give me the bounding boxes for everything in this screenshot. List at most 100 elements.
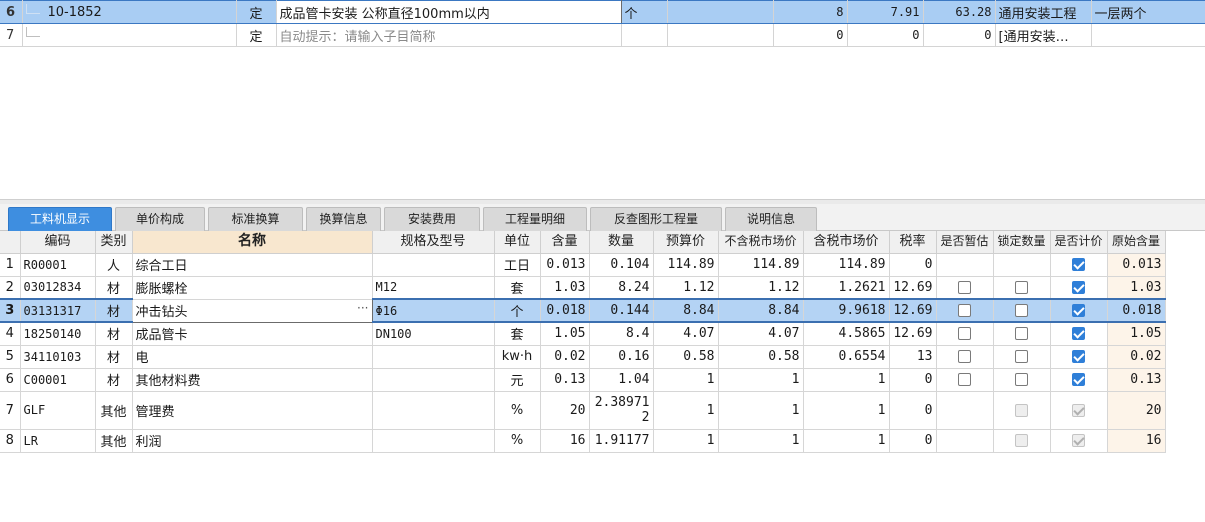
material-tax-rate[interactable]: 0 xyxy=(889,253,937,277)
tab-quantity-detail[interactable]: 工程量明细 xyxy=(483,207,587,231)
material-content[interactable]: 16 xyxy=(540,429,590,453)
header-original-content[interactable]: 原始含量 xyxy=(1107,231,1166,254)
row-number[interactable]: 7 xyxy=(0,23,23,47)
material-spec[interactable] xyxy=(372,391,495,430)
lock-qty-checkbox[interactable] xyxy=(1015,327,1028,341)
is-priced-cell[interactable] xyxy=(1050,345,1108,369)
material-code[interactable]: LR xyxy=(20,429,96,453)
subitem-type[interactable]: 定 xyxy=(236,23,277,47)
material-qty[interactable]: 8.24 xyxy=(589,276,654,300)
material-code[interactable]: 03131317 xyxy=(20,298,96,323)
subitem-name[interactable]: 成品管卡安装 公称直径100mm以内 xyxy=(275,0,622,24)
material-row[interactable]: 5 34110103 材电 kw·h 0.02 0.16 0.58 0.58 0.6554 13 0… xyxy=(0,345,1166,369)
provisional-cell[interactable] xyxy=(936,276,994,300)
material-qty[interactable]: 0.144 xyxy=(589,298,654,323)
material-kind[interactable]: 人 xyxy=(95,253,133,277)
provisional-cell[interactable] xyxy=(936,368,994,392)
row-number[interactable]: 8 xyxy=(0,429,21,453)
material-name[interactable]: 其他材料费 xyxy=(132,368,373,392)
is-priced-cell[interactable] xyxy=(1050,298,1108,323)
material-tax-rate[interactable]: 0 xyxy=(889,391,937,430)
provisional-checkbox[interactable] xyxy=(958,350,971,363)
subitem-extra[interactable]: 一层两个 xyxy=(1091,0,1205,24)
subitem-price[interactable]: 0 xyxy=(847,23,924,47)
material-budget-price[interactable]: 4.07 xyxy=(653,322,719,346)
material-unit[interactable]: 个 xyxy=(494,298,541,323)
lock-qty-cell[interactable] xyxy=(993,253,1051,277)
subitem-extra[interactable] xyxy=(1091,23,1205,47)
tab-installation-fee[interactable]: 安装费用 xyxy=(384,207,480,231)
material-content[interactable]: 1.05 xyxy=(540,322,590,346)
is-priced-cell[interactable] xyxy=(1050,368,1108,392)
subitem-row[interactable]: 6 10-1852 定 成品管卡安装 公称直径100mm以内 个 8 7.91 … xyxy=(0,0,1205,24)
material-row[interactable]: 8 LR 其他 利润% 16 1.91177 1 1 1 0 16 xyxy=(0,429,1166,453)
row-number[interactable]: 7 xyxy=(0,391,21,430)
subitem-code-cell[interactable]: 10-1852 xyxy=(22,0,237,24)
lock-qty-checkbox[interactable] xyxy=(1015,304,1028,317)
material-budget-price[interactable]: 1 xyxy=(653,429,719,453)
ellipsis-button[interactable]: ··· xyxy=(357,301,368,315)
material-budget-price[interactable]: 1 xyxy=(653,391,719,430)
is-priced-checkbox[interactable] xyxy=(1072,373,1085,386)
provisional-cell[interactable] xyxy=(936,253,994,277)
material-kind[interactable]: 材 xyxy=(95,368,133,392)
material-spec[interactable] xyxy=(372,345,495,369)
lock-qty-cell[interactable] xyxy=(993,345,1051,369)
material-unit[interactable]: 工日 xyxy=(494,253,541,277)
tab-description-info[interactable]: 说明信息 xyxy=(725,207,817,231)
header-name[interactable]: 名称 xyxy=(132,231,373,254)
material-market-ex-tax[interactable]: 8.84 xyxy=(718,298,804,323)
material-tax-rate[interactable]: 0 xyxy=(889,368,937,392)
material-qty[interactable]: 2.389712 xyxy=(589,391,654,430)
tab-reverse-graphic-quantity[interactable]: 反查图形工程量 xyxy=(590,207,722,231)
lock-qty-cell[interactable] xyxy=(993,429,1051,453)
header-market-inc-tax[interactable]: 含税市场价 xyxy=(803,231,890,254)
subitem-price[interactable]: 7.91 xyxy=(847,0,924,24)
row-number[interactable]: 1 xyxy=(0,253,21,277)
lock-qty-checkbox[interactable] xyxy=(1015,280,1028,294)
material-budget-price[interactable]: 114.89 xyxy=(653,253,719,277)
material-kind[interactable]: 材 xyxy=(95,322,133,346)
subitem-total[interactable]: 63.28 xyxy=(923,0,996,24)
subitem-qty[interactable]: 8 xyxy=(773,0,848,24)
material-original-content[interactable]: 0.13 xyxy=(1107,368,1166,392)
is-priced-cell[interactable] xyxy=(1050,391,1108,430)
provisional-checkbox[interactable] xyxy=(958,327,971,341)
material-name-cell[interactable]: ··· 冲击钻头 xyxy=(131,298,373,323)
material-content[interactable]: 0.018 xyxy=(540,298,590,323)
material-qty[interactable]: 1.91177 xyxy=(589,429,654,453)
material-market-ex-tax[interactable]: 0.58 xyxy=(718,345,804,369)
material-market-ex-tax[interactable]: 1 xyxy=(718,391,804,430)
tab-conversion-info[interactable]: 换算信息 xyxy=(306,207,381,231)
material-code[interactable]: GLF xyxy=(20,391,96,430)
lock-qty-cell[interactable] xyxy=(993,391,1051,430)
is-priced-checkbox[interactable] xyxy=(1072,327,1085,341)
row-number[interactable]: 5 xyxy=(0,345,21,369)
material-original-content[interactable]: 1.05 xyxy=(1107,322,1166,346)
material-budget-price[interactable]: 1.12 xyxy=(653,276,719,300)
material-spec[interactable] xyxy=(372,368,495,392)
material-spec[interactable]: DN100 xyxy=(372,322,495,346)
material-kind[interactable]: 其他 xyxy=(95,391,133,430)
material-tax-rate[interactable]: 12.69 xyxy=(889,322,937,346)
lock-qty-cell[interactable] xyxy=(993,368,1051,392)
material-market-ex-tax[interactable]: 114.89 xyxy=(718,253,804,277)
material-market-ex-tax[interactable]: 1.12 xyxy=(718,276,804,300)
material-market-inc-tax[interactable]: 1 xyxy=(803,429,890,453)
provisional-cell[interactable] xyxy=(936,429,994,453)
material-content[interactable]: 1.03 xyxy=(540,276,590,300)
material-tax-rate[interactable]: 13 xyxy=(889,345,937,369)
material-kind[interactable]: 其他 xyxy=(95,429,133,453)
is-priced-cell[interactable] xyxy=(1050,322,1108,346)
material-market-inc-tax[interactable]: 9.9618 xyxy=(803,298,890,323)
lock-qty-cell[interactable] xyxy=(993,298,1051,323)
header-qty[interactable]: 数量 xyxy=(589,231,654,254)
material-spec[interactable] xyxy=(372,253,495,277)
material-unit[interactable]: % xyxy=(494,429,541,453)
material-budget-price[interactable]: 0.58 xyxy=(653,345,719,369)
subitem-type[interactable]: 定 xyxy=(236,0,277,24)
material-unit[interactable]: kw·h xyxy=(494,345,541,369)
subitem-unit[interactable] xyxy=(621,23,668,47)
material-content[interactable]: 0.013 xyxy=(540,253,590,277)
material-spec[interactable] xyxy=(372,429,495,453)
